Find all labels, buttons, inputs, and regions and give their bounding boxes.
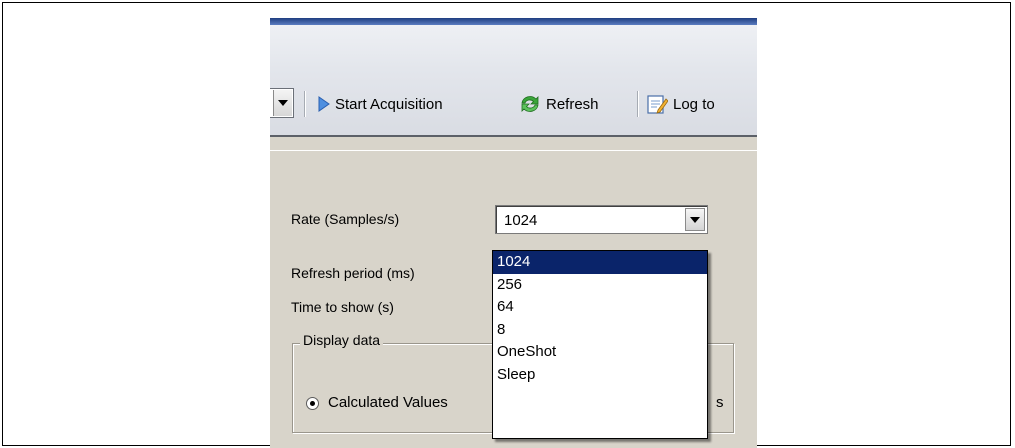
title-bar-edge <box>270 18 757 25</box>
refresh-button[interactable]: Refresh <box>519 92 599 116</box>
log-button[interactable]: Log to <box>646 92 715 116</box>
play-icon <box>318 96 330 112</box>
refresh-icon <box>519 94 541 114</box>
rate-dropdown-list: 1024 256 64 8 OneShot Sleep <box>492 250 708 439</box>
panel-divider <box>270 135 757 137</box>
time-to-show-label: Time to show (s) <box>291 299 394 315</box>
app-window: Start Acquisition Refresh Log to Rate (S… <box>270 18 757 448</box>
chevron-down-icon[interactable] <box>273 90 292 116</box>
toolbar-separator <box>637 91 638 117</box>
calculated-values-radio[interactable] <box>306 397 319 410</box>
refresh-label: Refresh <box>546 95 599 113</box>
start-acquisition-label: Start Acquisition <box>335 95 443 113</box>
chevron-down-icon[interactable] <box>685 208 705 231</box>
log-icon <box>646 93 668 115</box>
rate-select[interactable]: 1024 <box>495 205 708 234</box>
rate-option[interactable]: 8 <box>493 319 707 342</box>
toolbar-combo-box[interactable] <box>270 88 294 118</box>
rate-option[interactable]: 64 <box>493 296 707 319</box>
start-acquisition-button[interactable]: Start Acquisition <box>318 92 443 116</box>
toolbar: Start Acquisition Refresh Log to <box>270 25 757 136</box>
calculated-values-label[interactable]: Calculated Values <box>328 394 448 411</box>
rate-option[interactable]: OneShot <box>493 341 707 364</box>
refresh-period-label: Refresh period (ms) <box>291 265 415 281</box>
display-data-title: Display data <box>300 332 384 348</box>
second-option-label[interactable]: s <box>716 394 724 411</box>
toolbar-separator <box>304 91 305 117</box>
rate-option[interactable]: 256 <box>493 274 707 297</box>
rate-option[interactable]: Sleep <box>493 364 707 387</box>
rate-label: Rate (Samples/s) <box>291 211 400 227</box>
rate-select-value: 1024 <box>504 212 538 229</box>
log-label: Log to <box>673 95 715 113</box>
rate-option[interactable]: 1024 <box>493 251 707 274</box>
